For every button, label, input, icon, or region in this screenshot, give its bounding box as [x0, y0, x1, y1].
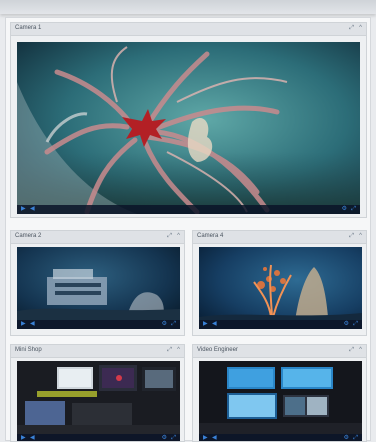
camera-1-video[interactable]: ▶ ◀ ⚙ ⤢	[17, 42, 360, 214]
panel-header: Mini Shop ⤢ ^	[11, 345, 184, 358]
camera-2-panel: Camera 2 ⤢ ^ ▶ ◀ ⚙ ⤢	[10, 230, 185, 336]
settings-icon[interactable]: ⚙	[162, 321, 167, 328]
fullscreen-icon[interactable]: ⤢	[353, 321, 358, 328]
expand-icon[interactable]: ⤢	[167, 232, 172, 241]
mini-shop-video[interactable]: ▶ ◀ ⚙ ⤢	[17, 361, 180, 441]
settings-icon[interactable]: ⚙	[344, 321, 349, 328]
panel-title: Video Engineer	[197, 347, 238, 353]
dashboard: Camera 1 ⤢ ^ ▶ ◀ ⚙ ⤢ Camera 2 ⤢ ^ ▶ ◀ ⚙ …	[5, 17, 371, 442]
video-control-bar: ▶ ◀ ⚙ ⤢	[199, 320, 362, 329]
collapse-icon[interactable]: ^	[359, 24, 362, 33]
video-engineer-video[interactable]: ▶ ◀ ⚙ ⤢	[199, 361, 362, 441]
collapse-icon[interactable]: ^	[359, 232, 362, 241]
panel-title: Camera 2	[15, 233, 42, 239]
camera-1-panel: Camera 1 ⤢ ^ ▶ ◀ ⚙ ⤢	[10, 22, 367, 218]
fullscreen-icon[interactable]: ⤢	[351, 206, 356, 213]
panel-title: Camera 4	[197, 233, 224, 239]
coral-scene	[17, 42, 360, 214]
camera-4-video[interactable]: ▶ ◀ ⚙ ⤢	[199, 247, 362, 329]
play-icon[interactable]: ▶	[203, 321, 208, 328]
expand-icon[interactable]: ⤢	[349, 232, 354, 241]
camera-2-video[interactable]: ▶ ◀ ⚙ ⤢	[17, 247, 180, 329]
panel-header: Camera 2 ⤢ ^	[11, 231, 184, 244]
play-icon[interactable]: ▶	[21, 321, 26, 328]
expand-icon[interactable]: ⤢	[349, 346, 354, 355]
panel-header: Video Engineer ⤢ ^	[193, 345, 366, 358]
panel-title: Mini Shop	[15, 347, 42, 353]
play-icon[interactable]: ▶	[21, 206, 26, 213]
expand-icon[interactable]: ⤢	[167, 346, 172, 355]
panel-header: Camera 4 ⤢ ^	[193, 231, 366, 244]
coral-reef-scene	[199, 247, 362, 329]
collapse-icon[interactable]: ^	[177, 232, 180, 241]
expand-icon[interactable]: ⤢	[349, 24, 354, 33]
video-engineer-panel: Video Engineer ⤢ ^ ▶ ◀ ⚙ ⤢	[192, 344, 367, 442]
video-control-bar: ▶ ◀ ⚙ ⤢	[17, 205, 360, 214]
rov-scene	[17, 247, 180, 329]
volume-icon[interactable]: ◀	[30, 206, 35, 213]
collapse-icon[interactable]: ^	[177, 346, 180, 355]
mini-shop-panel: Mini Shop ⤢ ^ ▶ ◀ ⚙ ⤢	[10, 344, 185, 442]
collapse-icon[interactable]: ^	[359, 346, 362, 355]
panel-title: Camera 1	[15, 25, 42, 31]
volume-icon[interactable]: ◀	[30, 321, 35, 328]
camera-4-panel: Camera 4 ⤢ ^ ▶ ◀ ⚙ ⤢	[192, 230, 367, 336]
video-control-bar: ▶ ◀ ⚙ ⤢	[17, 320, 180, 329]
workshop-scene	[17, 361, 180, 441]
panel-header: Camera 1 ⤢ ^	[11, 23, 366, 36]
settings-icon[interactable]: ⚙	[342, 206, 347, 213]
top-bar	[0, 0, 376, 14]
fullscreen-icon[interactable]: ⤢	[171, 321, 176, 328]
volume-icon[interactable]: ◀	[212, 321, 217, 328]
control-room-scene	[199, 361, 362, 441]
